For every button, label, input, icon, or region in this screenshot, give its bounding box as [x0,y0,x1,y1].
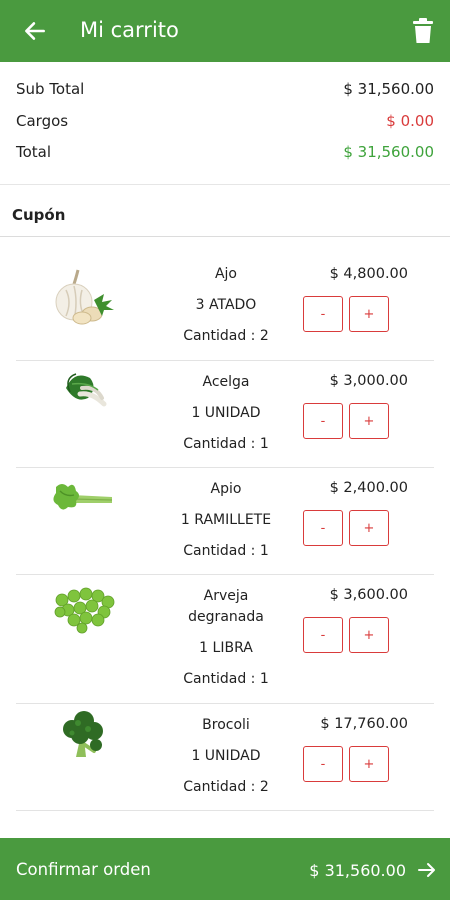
confirm-order-bar[interactable]: Confirmar orden $ 31,560.00 [0,838,450,900]
total-label: Total [16,143,52,161]
total-value: $ 31,560.00 [343,143,434,161]
app-bar: Mi carrito [0,0,450,62]
item-quantity: Cantidad : 1 [183,436,269,452]
item-price: $ 3,000.00 [329,373,408,389]
decrease-button[interactable]: - [303,296,343,332]
cart-item: Apio 1 RAMILLETE Cantidad : 1 $ 2,400.00… [16,467,434,575]
celery-icon [53,484,113,510]
coupon-row[interactable]: Cupón [0,186,450,237]
item-details: Ajo 3 ATADO Cantidad : 2 [166,264,286,347]
decrease-button[interactable]: - [303,510,343,546]
item-price: $ 17,760.00 [320,716,408,732]
item-quantity: Cantidad : 2 [183,328,269,344]
chard-icon [66,373,107,407]
cart-item: Brocoli 1 UNIDAD Cantidad : 2 $ 17,760.0… [16,703,434,811]
arrow-right-icon [418,863,435,877]
item-unit: 1 LIBRA [199,640,253,656]
charges-row: Cargos $ 0.00 [16,112,434,136]
trash-icon[interactable] [412,18,434,44]
charges-value: $ 0.00 [386,112,434,130]
item-unit: 1 RAMILLETE [180,512,272,528]
cart-item: Acelga 1 UNIDAD Cantidad : 1 $ 3,000.00 … [16,360,434,468]
peas-icon [54,587,115,634]
item-name: Apio [210,481,242,497]
item-details: Brocoli 1 UNIDAD Cantidad : 2 [166,715,286,798]
increase-button[interactable]: + [349,296,389,332]
cart-item: Ajo 3 ATADO Cantidad : 2 $ 4,800.00 - + [16,254,434,361]
item-name: Brocoli [202,717,250,733]
subtotal-row: Sub Total $ 31,560.00 [16,80,434,104]
confirm-order-label: Confirmar orden [16,860,151,879]
increase-button[interactable]: + [349,617,389,653]
total-row: Total $ 31,560.00 [16,143,434,167]
page-title: Mi carrito [80,18,179,42]
item-unit: 1 UNIDAD [191,748,261,764]
arrow-left-icon[interactable] [22,18,48,44]
decrease-button[interactable]: - [303,746,343,782]
item-price: $ 3,600.00 [329,587,408,603]
increase-button[interactable]: + [349,510,389,546]
broccoli-icon [63,711,103,757]
decrease-button[interactable]: - [303,617,343,653]
item-unit: 3 ATADO [195,297,257,313]
decrease-button[interactable]: - [303,403,343,439]
item-quantity: Cantidad : 1 [183,671,269,687]
cart-item: Arveja degranada 1 LIBRA Cantidad : 1 $ … [16,574,434,704]
item-name: Ajo [214,266,238,282]
increase-button[interactable]: + [349,746,389,782]
item-details: Arveja degranada 1 LIBRA Cantidad : 1 [166,586,286,690]
coupon-label: Cupón [12,206,66,224]
order-summary: Sub Total $ 31,560.00 Cargos $ 0.00 Tota… [0,62,450,185]
item-price: $ 2,400.00 [329,480,408,496]
item-quantity: Cantidad : 2 [183,779,269,795]
item-name: Arveja degranada [188,588,264,625]
item-details: Acelga 1 UNIDAD Cantidad : 1 [166,372,286,455]
subtotal-value: $ 31,560.00 [343,80,434,98]
item-unit: 1 UNIDAD [191,405,261,421]
garlic-icon [55,269,114,325]
subtotal-label: Sub Total [16,80,85,98]
item-name: Acelga [202,374,250,390]
charges-label: Cargos [16,112,69,130]
increase-button[interactable]: + [349,403,389,439]
item-quantity: Cantidad : 1 [183,543,269,559]
item-price: $ 4,800.00 [329,266,408,282]
footer-total: $ 31,560.00 [309,861,406,880]
item-details: Apio 1 RAMILLETE Cantidad : 1 [166,479,286,562]
